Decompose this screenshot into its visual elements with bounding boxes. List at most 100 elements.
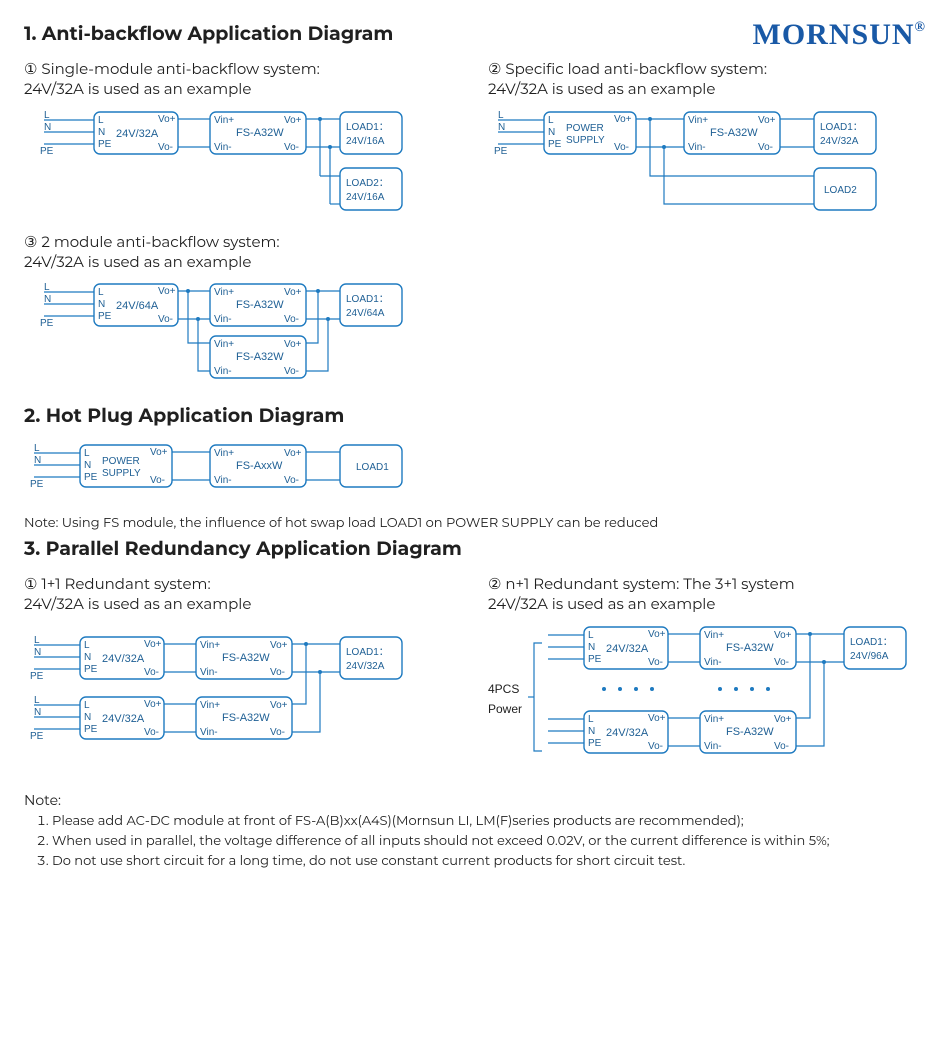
- s3-notes: Note: Please add AC-DC module at front o…: [24, 791, 926, 869]
- svg-text:Vo-: Vo-: [158, 142, 173, 153]
- svg-text:LOAD1：: LOAD1：: [850, 637, 893, 648]
- svg-text:Vo-: Vo-: [758, 142, 773, 153]
- svg-text:Vo-: Vo-: [144, 667, 159, 678]
- svg-text:L: L: [34, 695, 40, 706]
- diagram-s1-d2: L N PE L N PE POWER SUPPLY Vo+ Vo- Vin+ …: [488, 108, 908, 228]
- svg-text:Vo+: Vo+: [284, 287, 302, 298]
- section-2-title: 2. Hot Plug Application Diagram: [24, 404, 926, 427]
- svg-text:LOAD2：: LOAD2：: [346, 178, 389, 189]
- svg-text:Vo-: Vo-: [648, 741, 663, 752]
- svg-text:Vin-: Vin-: [704, 657, 722, 668]
- svg-text:LOAD1：: LOAD1：: [346, 122, 389, 133]
- svg-text:LOAD1：: LOAD1：: [346, 294, 389, 305]
- svg-text:FS-A32W: FS-A32W: [710, 127, 758, 139]
- svg-text:Vo+: Vo+: [284, 448, 302, 459]
- svg-text:Vo-: Vo-: [648, 657, 663, 668]
- s3-d2-caption: ② n+1 Redundant system: The 3+1 system 2…: [488, 574, 928, 615]
- svg-text:PE: PE: [84, 472, 98, 483]
- svg-text:Vo+: Vo+: [648, 713, 666, 724]
- svg-text:Vo+: Vo+: [144, 639, 162, 650]
- svg-text:24V/64A: 24V/64A: [346, 308, 385, 319]
- svg-text:FS-A32W: FS-A32W: [726, 642, 774, 654]
- diagram-s1-d3: L N PE L N PE 24V/64A Vo+ Vo- Vin+ Vin- …: [24, 280, 444, 400]
- svg-text:Vin+: Vin+: [200, 640, 220, 651]
- svg-text:Vo-: Vo-: [774, 657, 789, 668]
- svg-text:LOAD1: LOAD1: [356, 462, 389, 473]
- svg-text:24V/32A: 24V/32A: [102, 713, 145, 725]
- svg-text:FS-A32W: FS-A32W: [236, 299, 284, 311]
- svg-text:Vin-: Vin-: [214, 142, 232, 153]
- svg-text:Vo-: Vo-: [158, 314, 173, 325]
- svg-text:L: L: [84, 640, 90, 651]
- svg-text:24V/32A: 24V/32A: [606, 643, 649, 655]
- svg-text:PE: PE: [98, 311, 112, 322]
- svg-text:Vin+: Vin+: [214, 339, 234, 350]
- svg-text:L: L: [44, 282, 50, 293]
- svg-text:Vo+: Vo+: [158, 114, 176, 125]
- svg-text:Vin+: Vin+: [214, 448, 234, 459]
- svg-text:Vin-: Vin-: [688, 142, 706, 153]
- diagram-s1-d1: L N PE L N PE 24V/32A Vo+ Vo- Vin+ Vin- …: [24, 108, 424, 228]
- svg-text:Vo-: Vo-: [284, 314, 299, 325]
- svg-text:N: N: [34, 647, 41, 658]
- svg-text:24V/32A: 24V/32A: [820, 136, 859, 147]
- svg-text:L: L: [498, 110, 504, 121]
- s1-d2-caption: ② Specific load anti-backflow system: 24…: [488, 59, 928, 100]
- svg-text:Vo+: Vo+: [648, 629, 666, 640]
- svg-text:SUPPLY: SUPPLY: [566, 135, 605, 146]
- svg-text:N: N: [84, 712, 91, 723]
- svg-text:24V/16A: 24V/16A: [346, 192, 385, 203]
- s2-note: Note: Using FS module, the influence of …: [24, 515, 926, 531]
- svg-text:POWER: POWER: [566, 123, 604, 134]
- svg-text:N: N: [44, 294, 51, 305]
- svg-text:PE: PE: [84, 664, 98, 675]
- svg-text:N: N: [588, 642, 595, 653]
- svg-text:PE: PE: [588, 738, 602, 749]
- svg-text:FS-A32W: FS-A32W: [236, 127, 284, 139]
- svg-text:PE: PE: [494, 146, 508, 157]
- svg-text:L: L: [98, 115, 104, 126]
- svg-text:Vin-: Vin-: [200, 667, 218, 678]
- svg-text:N: N: [98, 299, 105, 310]
- brand-logo: MORNSUN®: [753, 18, 926, 52]
- svg-text:24V/16A: 24V/16A: [346, 136, 385, 147]
- svg-text:N: N: [34, 707, 41, 718]
- svg-text:PE: PE: [30, 731, 44, 742]
- svg-text:Power: Power: [488, 702, 522, 716]
- svg-text:24V/32A: 24V/32A: [346, 661, 385, 672]
- svg-text:SUPPLY: SUPPLY: [102, 468, 141, 479]
- svg-text:Vin+: Vin+: [214, 115, 234, 126]
- svg-text:L: L: [588, 714, 594, 725]
- svg-text:PE: PE: [40, 318, 54, 329]
- diagram-s3-d2: 4PCS Power L N PE 24V/32A Vo+ Vo- Vin+ V…: [488, 623, 928, 773]
- svg-text:FS-AxxW: FS-AxxW: [236, 460, 283, 472]
- svg-text:Vo-: Vo-: [144, 727, 159, 738]
- svg-text:PE: PE: [84, 724, 98, 735]
- svg-text:Vo+: Vo+: [774, 714, 792, 725]
- svg-text:24V/64A: 24V/64A: [116, 300, 159, 312]
- svg-text:Vin-: Vin-: [704, 741, 722, 752]
- svg-text:Vin+: Vin+: [200, 700, 220, 711]
- svg-text:Vo+: Vo+: [144, 699, 162, 710]
- svg-text:L: L: [34, 443, 40, 454]
- svg-text:Vin+: Vin+: [688, 115, 708, 126]
- svg-text:N: N: [98, 127, 105, 138]
- svg-text:L: L: [84, 448, 90, 459]
- svg-text:N: N: [44, 122, 51, 133]
- svg-text:Vo+: Vo+: [270, 640, 288, 651]
- svg-text:L: L: [34, 635, 40, 646]
- svg-text:PE: PE: [40, 146, 54, 157]
- svg-text:Vo-: Vo-: [774, 741, 789, 752]
- svg-text:24V/32A: 24V/32A: [102, 653, 145, 665]
- svg-text:L: L: [588, 630, 594, 641]
- svg-text:Vo+: Vo+: [158, 286, 176, 297]
- svg-text:PE: PE: [98, 139, 112, 150]
- svg-text:PE: PE: [30, 671, 44, 682]
- svg-text:N: N: [84, 460, 91, 471]
- svg-text:Vin-: Vin-: [214, 314, 232, 325]
- svg-text:N: N: [548, 127, 555, 138]
- s1-d1-caption: ① Single-module anti-backflow system: 24…: [24, 59, 464, 100]
- svg-text:FS-A32W: FS-A32W: [726, 726, 774, 738]
- svg-text:24V/96A: 24V/96A: [850, 651, 889, 662]
- svg-text:Vo+: Vo+: [284, 115, 302, 126]
